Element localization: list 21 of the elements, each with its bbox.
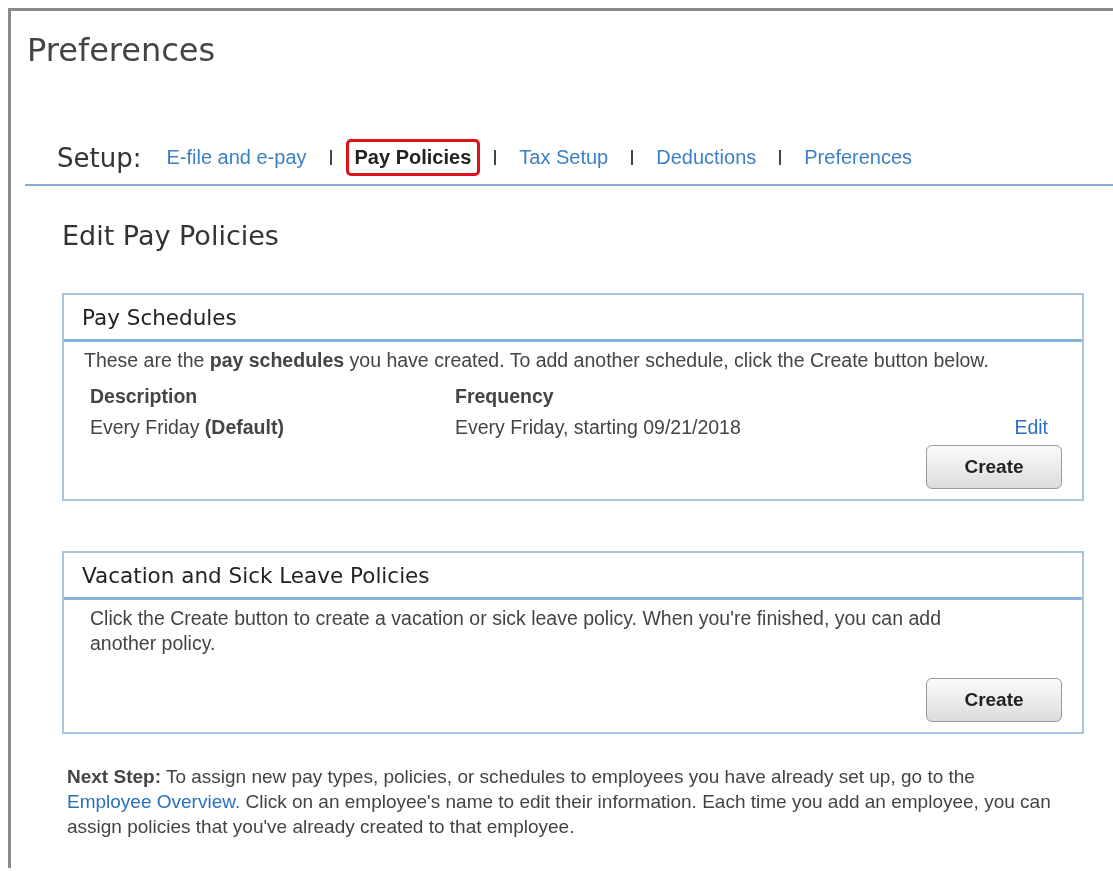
employee-overview-link[interactable]: Employee Overview.: [67, 791, 241, 812]
edit-link[interactable]: Edit: [1014, 416, 1048, 439]
setup-tab[interactable]: Preferences: [795, 139, 922, 176]
setup-tab[interactable]: Tax Setup: [510, 139, 618, 176]
panel-title: Vacation and Sick Leave Policies: [82, 563, 430, 588]
intro-text: These are the pay schedules you have created. To add another schedule, click the Create button below.: [84, 348, 990, 373]
column-header: Frequency: [455, 385, 555, 408]
column-header: Description: [90, 385, 199, 408]
section-heading: Edit Pay Policies: [62, 220, 280, 251]
table-cell-text: Every Friday, starting 09/21/2018: [455, 416, 742, 439]
setup-tab[interactable]: E-file and e-pay: [157, 139, 316, 176]
table-cell-text: Every Friday (Default): [90, 416, 285, 439]
panel-title: Pay Schedules: [82, 305, 237, 330]
setup-tab[interactable]: Pay Policies: [345, 139, 481, 176]
page-title: Preferences: [27, 31, 217, 69]
create-button[interactable]: Create: [926, 678, 1062, 722]
setup-tab[interactable]: Deductions: [647, 139, 766, 176]
next-step-text: Next Step: To assign new pay types, policies, or schedules to employees you have already set up, go to the Employee Overview. Click on an employee's name to edit their information. Each time you add an employee, you can assign policies that you've already created to that employee.: [67, 765, 1052, 839]
create-button[interactable]: Create: [926, 445, 1062, 489]
setup-label: Setup:: [57, 142, 142, 173]
intro-text: Click the Create button to create a vacation or sick leave policy. When you're finished, you can add another policy.: [89, 606, 942, 656]
